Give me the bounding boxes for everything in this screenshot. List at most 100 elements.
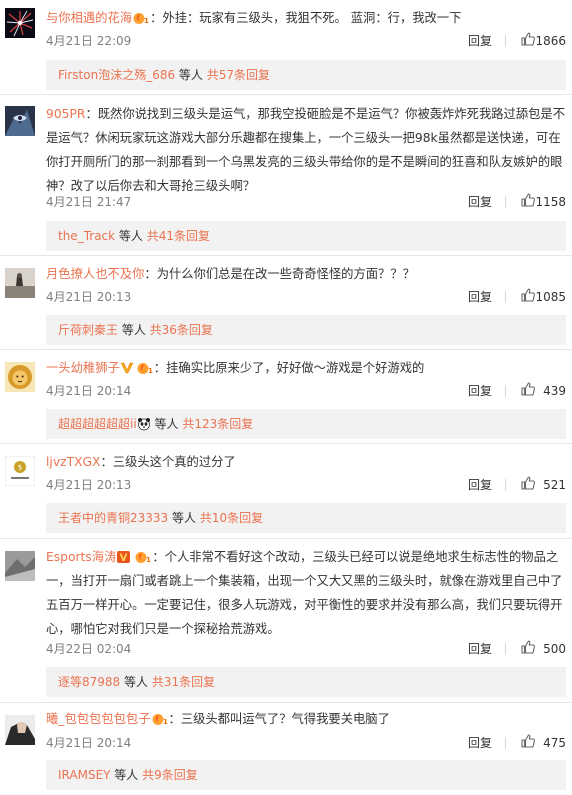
comment-text: 曦_包包包包包包子 12：三级头都叫运气了？气得我要关电脑了 bbox=[46, 707, 568, 731]
avatar[interactable] bbox=[5, 715, 35, 745]
comment-body: ：既然你说找到三级头是运气，那我空投砸脸是不是运气？你被轰炸炸死我路过舔包是不是… bbox=[46, 107, 566, 193]
comment-time: 4月21日 20:13 bbox=[46, 478, 132, 492]
sub-reply-username[interactable]: 斤荷刺秦王 bbox=[58, 323, 118, 337]
sub-replies-bar[interactable]: 逐等87988 等人 共31条回复 bbox=[46, 667, 566, 697]
avatar[interactable] bbox=[5, 106, 35, 136]
comment-divider bbox=[0, 255, 572, 256]
comment-meta: 4月22日 02:04 回复 500 bbox=[46, 640, 568, 658]
reply-button[interactable]: 回复 bbox=[468, 734, 492, 752]
svg-text:$: $ bbox=[18, 464, 22, 472]
sub-reply-count[interactable]: 共36条回复 bbox=[150, 323, 213, 337]
meta-divider bbox=[505, 196, 506, 208]
comment-time: 4月21日 20:14 bbox=[46, 384, 132, 398]
meta-divider bbox=[505, 643, 506, 655]
sub-replies-bar[interactable]: 超超超超超超ii 等人 共123条回复 bbox=[46, 409, 566, 439]
comment-meta: 4月21日 22:09 回复 1866 bbox=[46, 32, 568, 50]
meta-divider bbox=[505, 479, 506, 491]
reply-button[interactable]: 回复 bbox=[468, 382, 492, 400]
avatar[interactable]: $ bbox=[5, 456, 35, 486]
comment-text: 与你相遇的花海 12：外挂：玩家有三级头，我狙不死。 蓝洞：行，我改一下 bbox=[46, 6, 568, 30]
sub-reply-username[interactable]: 超超超超超超ii bbox=[58, 417, 137, 431]
flame-badge-icon: 12 bbox=[137, 359, 158, 375]
reply-button[interactable]: 回复 bbox=[468, 32, 492, 50]
username-link[interactable]: ljvzTXGX bbox=[46, 455, 100, 469]
comment-time: 4月21日 22:09 bbox=[46, 34, 132, 48]
avatar[interactable] bbox=[5, 268, 35, 298]
sub-reply-mid: 等人 bbox=[175, 68, 207, 82]
thumbs-up-icon[interactable] bbox=[520, 733, 536, 749]
comment-text: 905PR：既然你说找到三级头是运气，那我空投砸脸是不是运气？你被轰炸炸死我路过… bbox=[46, 102, 568, 198]
meta-divider bbox=[505, 737, 506, 749]
sub-reply-mid: 等人 bbox=[115, 229, 147, 243]
svg-text:12: 12 bbox=[163, 718, 168, 726]
comment-divider bbox=[0, 538, 572, 539]
avatar[interactable] bbox=[5, 551, 35, 581]
avatar[interactable] bbox=[5, 362, 35, 392]
comment-time: 4月21日 20:13 bbox=[46, 290, 132, 304]
like-count: 475 bbox=[543, 736, 566, 750]
flame-badge-icon: 12 bbox=[152, 710, 172, 726]
vip-v-icon bbox=[120, 359, 134, 374]
sub-replies-bar[interactable]: 斤荷刺秦王 等人 共36条回复 bbox=[46, 315, 566, 345]
username-link[interactable]: 月色撩人也不及你 bbox=[46, 267, 144, 281]
reply-button[interactable]: 回复 bbox=[468, 640, 492, 658]
username-link[interactable]: 一头幼稚狮子 bbox=[46, 361, 120, 375]
comment-time: 4月21日 20:14 bbox=[46, 736, 132, 750]
comment-text: Esports海涛12：个人非常不看好这个改动，三级头已经可以说是绝地求生标志性… bbox=[46, 545, 568, 641]
sub-reply-username[interactable]: the_Track bbox=[58, 229, 115, 243]
reply-button[interactable]: 回复 bbox=[468, 476, 492, 494]
sub-reply-count[interactable]: 共41条回复 bbox=[147, 229, 210, 243]
username-link[interactable]: 与你相遇的花海 bbox=[46, 11, 132, 25]
sub-reply-username[interactable]: 逐等87988 bbox=[58, 675, 120, 689]
sub-reply-username[interactable]: Firston泡沫之殇_686 bbox=[58, 68, 175, 82]
sub-reply-count[interactable]: 共57条回复 bbox=[207, 68, 270, 82]
thumbs-up-icon[interactable] bbox=[520, 381, 536, 397]
comment-divider bbox=[0, 94, 572, 95]
sub-reply-username[interactable]: 王者中的青铜23333 bbox=[58, 511, 168, 525]
reply-button[interactable]: 回复 bbox=[468, 288, 492, 306]
comment-meta: 4月21日 20:14 回复 439 bbox=[46, 382, 568, 400]
like-count: 1085 bbox=[535, 290, 566, 304]
comment-meta: 4月21日 20:13 回复 521 bbox=[46, 476, 568, 494]
comment-body: ：三级头这个真的过分了 bbox=[100, 455, 236, 469]
sub-reply-count[interactable]: 共31条回复 bbox=[152, 675, 215, 689]
username-link[interactable]: 曦_包包包包包包子 bbox=[46, 712, 151, 726]
like-count: 439 bbox=[543, 384, 566, 398]
sub-replies-bar[interactable]: the_Track 等人 共41条回复 bbox=[46, 221, 566, 251]
sub-reply-count[interactable]: 共10条回复 bbox=[200, 511, 263, 525]
sub-replies-bar[interactable]: IRAMSEY 等人 共9条回复 bbox=[46, 760, 566, 790]
svg-text:12: 12 bbox=[148, 367, 153, 375]
sub-reply-mid: 等人 bbox=[110, 768, 143, 782]
flame-badge-icon: 12 bbox=[135, 548, 156, 564]
comment-body: ：外挂：玩家有三级头，我狙不死。 蓝洞：行，我改一下 bbox=[150, 11, 462, 25]
comment-body: ：为什么你们总是在改一些奇奇怪怪的方面？？？ bbox=[144, 267, 415, 281]
comment-text: 月色撩人也不及你：为什么你们总是在改一些奇奇怪怪的方面？？？ bbox=[46, 262, 568, 286]
like-count: 500 bbox=[543, 642, 566, 656]
sub-replies-bar[interactable]: 王者中的青铜23333 等人 共10条回复 bbox=[46, 503, 566, 533]
sub-reply-count[interactable]: 共9条回复 bbox=[142, 768, 198, 782]
reply-button[interactable]: 回复 bbox=[468, 193, 492, 211]
like-count: 1866 bbox=[535, 34, 566, 48]
sub-reply-mid: 等人 bbox=[168, 511, 200, 525]
sub-reply-username[interactable]: IRAMSEY bbox=[58, 768, 110, 782]
thumbs-up-icon[interactable] bbox=[520, 31, 536, 47]
sub-reply-mid: 等人 bbox=[150, 417, 183, 431]
sub-reply-mid: 等人 bbox=[118, 323, 150, 337]
sub-reply-count[interactable]: 共123条回复 bbox=[182, 417, 253, 431]
sub-replies-bar[interactable]: Firston泡沫之殇_686 等人 共57条回复 bbox=[46, 60, 566, 90]
meta-divider bbox=[505, 291, 506, 303]
comment-text: 一头幼稚狮子 12：挂确实比原来少了，好好做～游戏是个好游戏的 bbox=[46, 356, 568, 380]
username-link[interactable]: Esports海涛 bbox=[46, 550, 116, 564]
thumbs-up-icon[interactable] bbox=[520, 287, 536, 303]
avatar[interactable] bbox=[5, 8, 35, 38]
thumbs-up-icon[interactable] bbox=[520, 475, 536, 491]
vip-v-icon bbox=[116, 548, 132, 563]
like-count: 521 bbox=[543, 478, 566, 492]
svg-text:12: 12 bbox=[146, 556, 151, 564]
comment-divider bbox=[0, 443, 572, 444]
comment-divider bbox=[0, 702, 572, 703]
username-link[interactable]: 905PR bbox=[46, 107, 85, 121]
panda-emoji-icon bbox=[137, 412, 151, 431]
thumbs-up-icon[interactable] bbox=[520, 192, 536, 208]
thumbs-up-icon[interactable] bbox=[520, 639, 536, 655]
